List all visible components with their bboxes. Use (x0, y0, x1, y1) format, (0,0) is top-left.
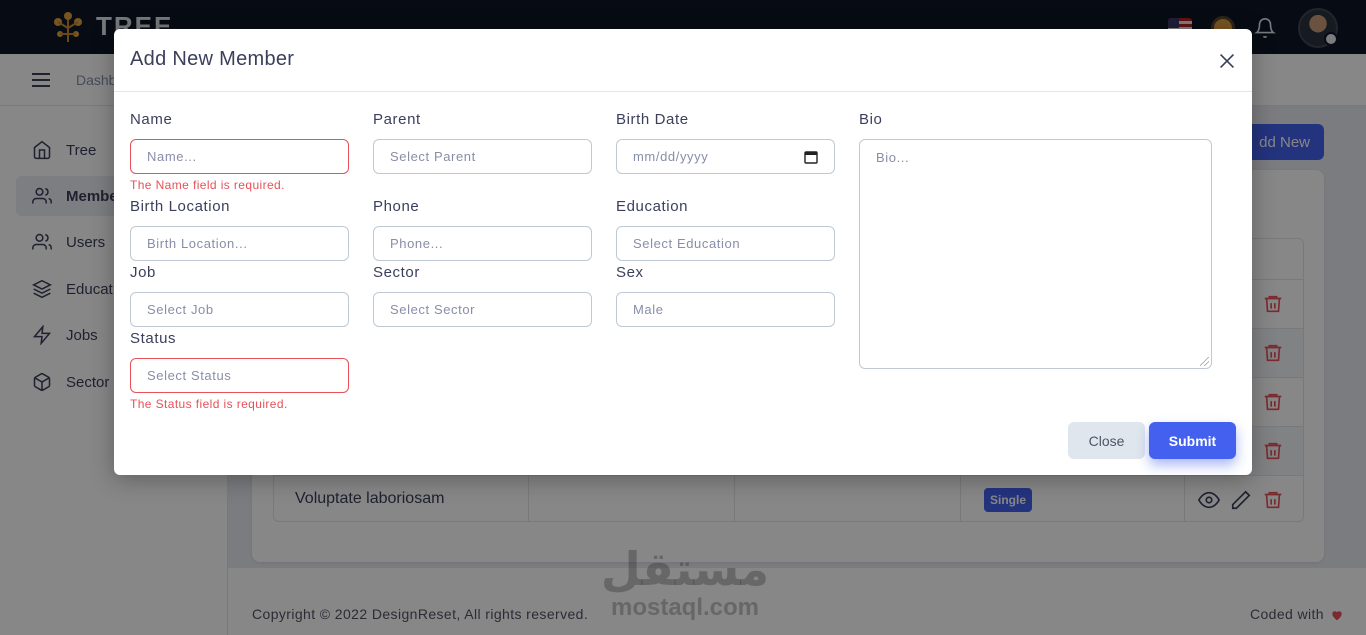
sector-select[interactable]: Select Sector (373, 292, 592, 327)
bio-placeholder: Bio... (876, 150, 910, 165)
name-error: The Name field is required. (130, 178, 285, 192)
name-input[interactable]: Name... (130, 139, 349, 174)
bio-label: Bio (859, 111, 883, 128)
add-member-modal: Add New Member Name Name... The Name fie… (114, 29, 1252, 475)
birth-date-label: Birth Date (616, 111, 689, 128)
modal-title: Add New Member (130, 48, 295, 70)
resize-handle[interactable] (1200, 357, 1209, 366)
birth-location-label: Birth Location (130, 198, 231, 215)
birth-date-placeholder: mm/dd/yyyy (633, 149, 709, 164)
status-error: The Status field is required. (130, 397, 288, 411)
status-label: Status (130, 330, 177, 347)
sector-label: Sector (373, 264, 420, 281)
job-label: Job (130, 264, 156, 281)
sex-label: Sex (616, 264, 644, 281)
education-label: Education (616, 198, 689, 215)
parent-select[interactable]: Select Parent (373, 139, 592, 174)
phone-input[interactable]: Phone... (373, 226, 592, 261)
close-button[interactable]: Close (1068, 422, 1145, 459)
job-select[interactable]: Select Job (130, 292, 349, 327)
status-select[interactable]: Select Status (130, 358, 349, 393)
sex-select[interactable]: Male (616, 292, 835, 327)
phone-label: Phone (373, 198, 420, 215)
birth-location-input[interactable]: Birth Location... (130, 226, 349, 261)
close-icon[interactable] (1216, 50, 1238, 72)
bio-textarea[interactable]: Bio... (859, 139, 1212, 369)
modal-header: Add New Member (114, 29, 1252, 92)
submit-button[interactable]: Submit (1149, 422, 1236, 459)
name-label: Name (130, 111, 173, 128)
parent-label: Parent (373, 111, 421, 128)
calendar-icon[interactable] (804, 150, 818, 164)
birth-date-input[interactable]: mm/dd/yyyy (616, 139, 835, 174)
education-select[interactable]: Select Education (616, 226, 835, 261)
